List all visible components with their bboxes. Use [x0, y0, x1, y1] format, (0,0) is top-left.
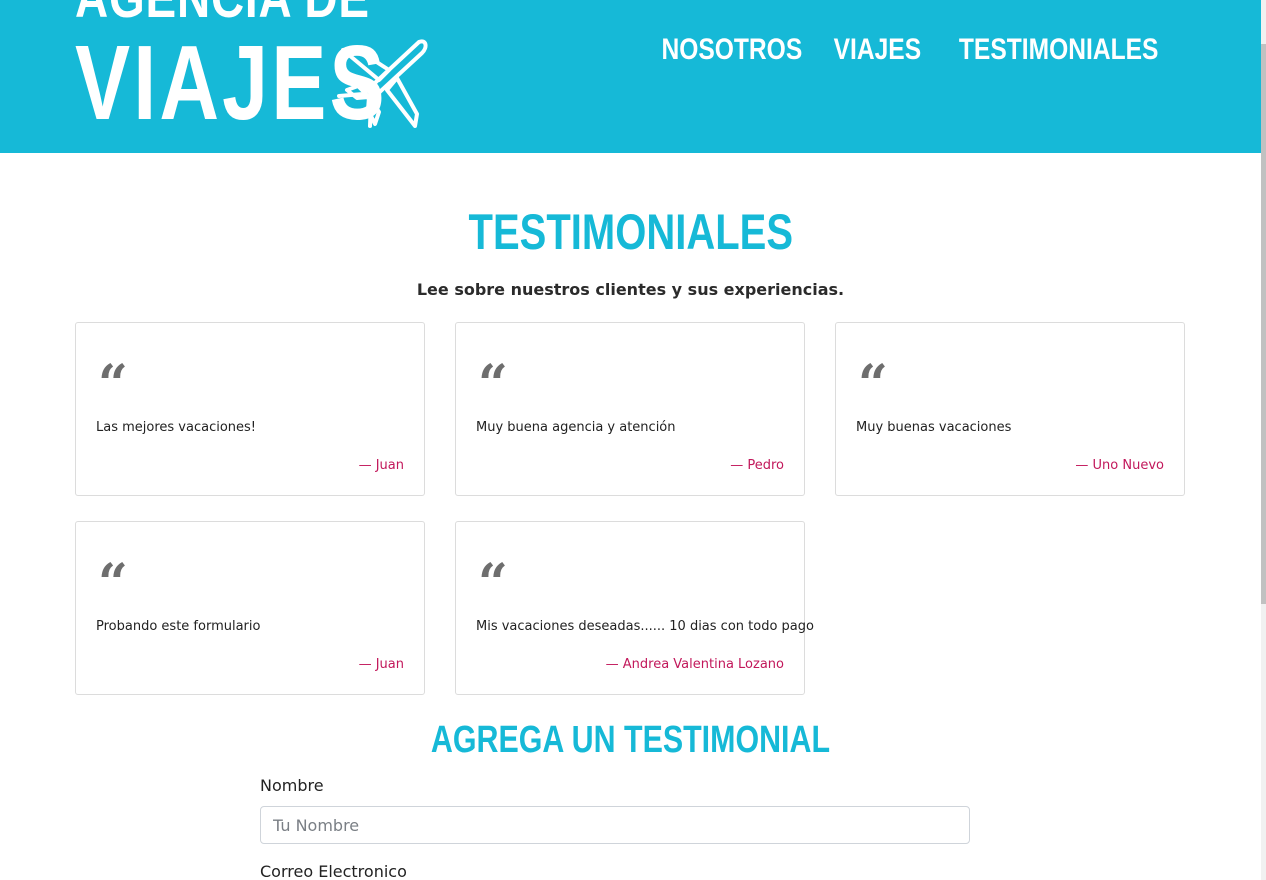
nav-link-viajes[interactable]: Viajes	[834, 30, 922, 70]
testimonial-card: “ Muy buenas vacaciones — Uno Nuevo	[835, 322, 1185, 496]
testimonial-author: — Uno Nuevo	[1075, 458, 1164, 473]
logo-text-line1: AGENCIA DE	[75, 0, 370, 26]
quote-icon: “	[98, 553, 128, 614]
testimonial-author: — Andrea Valentina Lozano	[605, 657, 784, 672]
site-header: AGENCIA DE VIAJES Nosotro	[0, 0, 1261, 153]
site-logo[interactable]: AGENCIA DE VIAJES	[75, 0, 435, 153]
nombre-input[interactable]	[260, 806, 970, 844]
add-testimonial-title: Agrega un Testimonial	[0, 716, 1261, 764]
correo-label: Correo Electronico	[260, 862, 407, 880]
nav-link-testimoniales[interactable]: Testimoniales	[959, 30, 1159, 70]
nombre-label: Nombre	[260, 776, 324, 795]
main-nav: Nosotros Viajes Testimoniales	[658, 30, 1168, 70]
scrollbar-track[interactable]	[1261, 0, 1266, 880]
testimonial-author: — Juan	[358, 458, 404, 473]
page: AGENCIA DE VIAJES Nosotro	[0, 0, 1266, 880]
scrollbar-thumb[interactable]	[1261, 44, 1266, 604]
testimonials-subtitle: Lee sobre nuestros clientes y sus experi…	[416, 280, 845, 299]
testimonial-message: Probando este formulario	[96, 619, 261, 634]
nav-link-nosotros[interactable]: Nosotros	[662, 30, 803, 70]
add-testimonial-title-text: Agrega un Testimonial	[430, 719, 831, 761]
quote-icon: “	[858, 354, 888, 415]
testimonial-card: “ Mis vacaciones deseadas...... 10 dias …	[455, 521, 814, 695]
testimonial-message: Muy buena agencia y atención	[476, 420, 676, 435]
testimonial-author: — Juan	[358, 657, 404, 672]
testimonial-card: “ Las mejores vacaciones! — Juan	[75, 322, 425, 496]
testimonial-message: Las mejores vacaciones!	[96, 420, 257, 435]
testimonial-card: “ Probando este formulario — Juan	[75, 521, 425, 695]
airplane-icon	[337, 39, 428, 128]
testimonial-author: — Pedro	[730, 458, 784, 473]
quote-icon: “	[478, 553, 508, 614]
testimonial-message: Muy buenas vacaciones	[856, 420, 1012, 435]
testimonial-message: Mis vacaciones deseadas...... 10 dias co…	[476, 619, 814, 634]
testimonial-card: “ Muy buena agencia y atención — Pedro	[455, 322, 805, 496]
quote-icon: “	[478, 354, 508, 415]
testimonials-title: Testimoniales	[0, 202, 1261, 262]
testimonials-title-text: Testimoniales	[468, 204, 793, 260]
quote-icon: “	[98, 354, 128, 415]
